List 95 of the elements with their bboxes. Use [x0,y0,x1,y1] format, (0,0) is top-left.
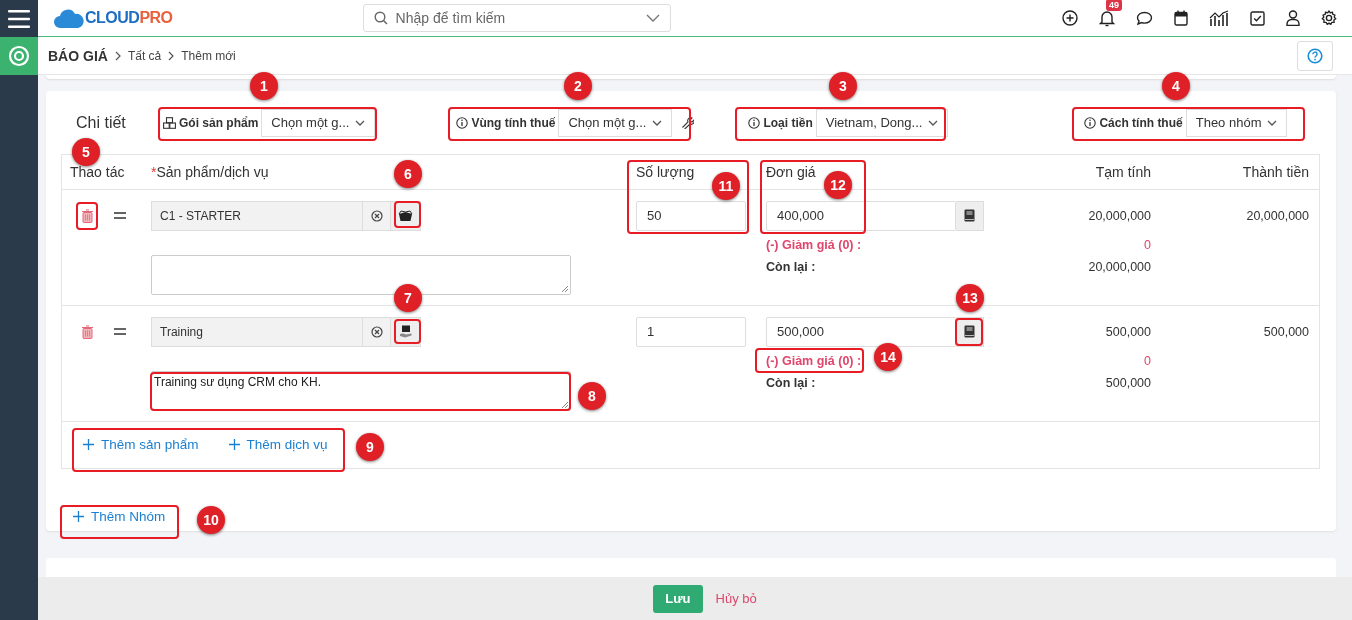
unit-price-field[interactable]: 500,000 [766,316,956,347]
search-field[interactable]: Nhập để tìm kiếm [362,4,671,32]
plus-icon [228,439,240,451]
setting-label: Cách tính thuế [1099,115,1183,130]
sidebar-item[interactable] [0,37,38,75]
resize-grip-icon[interactable] [561,284,568,292]
chart-icon[interactable] [1209,10,1229,26]
column-header: Thành tiền [1242,163,1309,180]
search-icon [373,11,388,25]
chevron-down-icon [645,14,660,22]
highlight-frame [76,202,98,230]
chevron-right-icon [114,50,121,61]
plus-icon [73,510,84,522]
boxes-icon [163,116,176,129]
discount-value: 0 [1144,353,1151,368]
checkbox-icon[interactable] [1250,10,1265,26]
description-field[interactable] [151,254,571,295]
chevron-down-icon [652,119,663,126]
total-value: 500,000 [1263,324,1309,339]
remaining-value: 500,000 [1105,375,1151,390]
select-field[interactable]: Chọn một g... [261,108,376,137]
chevron-down-icon [1267,119,1278,126]
chevron-down-icon [355,119,366,126]
info-icon [748,116,761,129]
subtotal-value: 20,000,000 [1088,208,1151,223]
quantity-field[interactable]: 50 [636,200,746,231]
total-value: 20,000,000 [1246,208,1309,223]
clear-icon [370,209,383,222]
breadcrumb-link[interactable]: BÁO GIÁ [48,47,108,64]
chat-icon[interactable] [1136,10,1153,26]
clear-button[interactable] [363,316,391,347]
discount-value: 0 [1144,237,1151,252]
price-book-button[interactable] [956,200,984,231]
quantity-field[interactable]: 1 [636,316,746,347]
subtotal-value: 500,000 [1105,324,1151,339]
select-field[interactable]: Theo nhóm [1185,108,1288,137]
select-field[interactable]: Chọn một g... [558,108,673,137]
info-icon [456,116,469,129]
cloud-icon [54,8,84,28]
column-header: Tạm tính [1095,163,1151,180]
settings-icon[interactable] [1321,10,1337,26]
discount-link[interactable]: (-) Giảm giá (0) : [766,237,862,252]
user-icon[interactable] [1286,10,1300,26]
column-header: Đơn giá [766,163,817,180]
logo-text: CLOUDPRO [85,9,173,27]
add-group-link[interactable]: Thêm Nhóm [73,508,166,524]
section-title: Chi tiết [75,113,127,132]
setting-label: Gói sản phẩm [179,115,259,130]
unit-price-field[interactable]: 400,000 [766,200,956,231]
box-icon [398,209,413,222]
select-field[interactable]: Vietnam, Dong... [815,108,949,137]
setting-label: Vùng tính thuế [471,115,556,130]
help-icon [1307,47,1323,64]
notification-badge: 49 [1106,0,1122,11]
logo[interactable]: CLOUDPRO [54,8,173,28]
trash-icon[interactable] [81,324,94,339]
info-icon [1084,116,1097,129]
hand-box-icon [398,325,413,339]
breadcrumb-link[interactable]: Tất cả [127,48,162,63]
remaining-label: Còn lại : [766,375,817,390]
column-header: Số lượng [636,163,695,180]
book-icon [964,325,975,339]
target-icon [8,45,30,67]
highlight-frame [955,318,983,346]
remaining-label: Còn lại : [766,259,817,274]
highlight-frame [394,201,421,228]
column-header: *Sản phẩm/dịch vụ [151,163,269,180]
breadcrumb-link[interactable]: Thêm mới [181,48,236,63]
wrench-icon[interactable] [681,116,695,130]
description-field[interactable]: Training sư dụng CRM cho KH. [151,370,571,411]
remaining-value: 20,000,000 [1088,259,1151,274]
chevron-right-icon [168,50,175,61]
trash-icon[interactable] [81,208,94,223]
plus-icon [83,439,94,451]
product-field[interactable]: Training [151,316,363,347]
calendar-icon[interactable] [1174,10,1188,26]
drag-handle-icon[interactable] [114,212,126,220]
product-field[interactable]: C1 - STARTER [151,200,363,231]
clear-button[interactable] [363,200,391,231]
add-icon[interactable] [1062,10,1078,26]
menu-icon[interactable] [8,9,30,28]
drag-handle-icon[interactable] [114,328,126,336]
chevron-down-icon [928,119,939,126]
add-link[interactable]: Thêm dịch vụ [228,437,328,453]
column-header: Thao tác [70,163,125,180]
resize-grip-icon[interactable] [561,400,568,408]
discount-link[interactable]: (-) Giảm giá (0) : [766,353,862,368]
help-button[interactable] [1297,40,1333,71]
setting-label: Loại tiền [763,115,813,130]
clear-icon [370,325,383,338]
cancel-link[interactable]: Hủy bỏ [715,591,757,606]
highlight-frame [394,319,421,344]
book-icon [964,209,975,223]
add-link[interactable]: Thêm sản phẩm [83,437,199,453]
bell-icon[interactable] [1099,9,1115,27]
